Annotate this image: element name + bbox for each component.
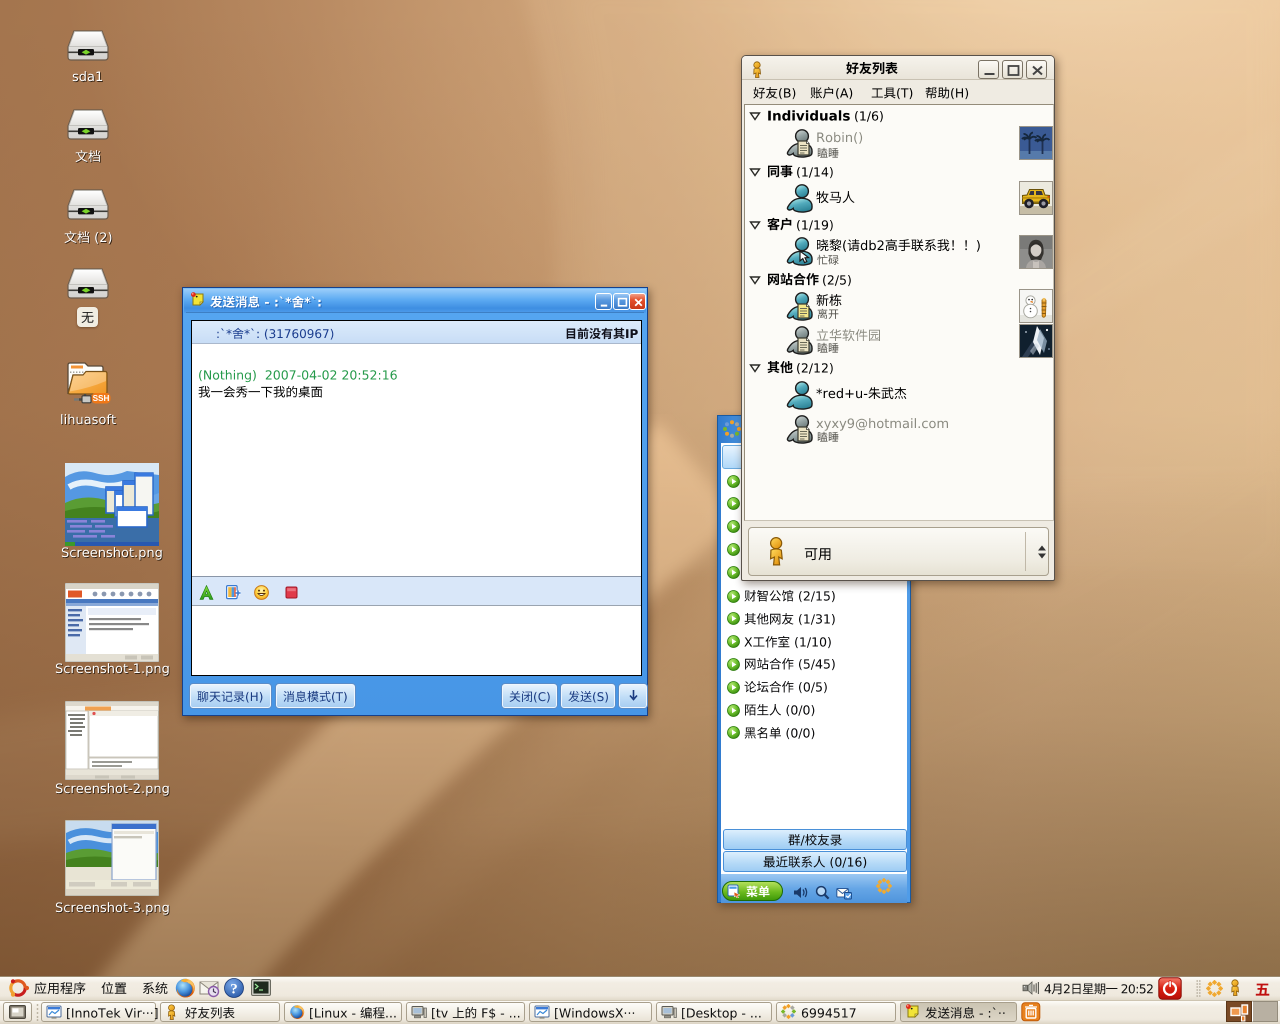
svg-text:SSH: SSH: [93, 394, 110, 403]
svg-text:?: ?: [230, 982, 238, 998]
